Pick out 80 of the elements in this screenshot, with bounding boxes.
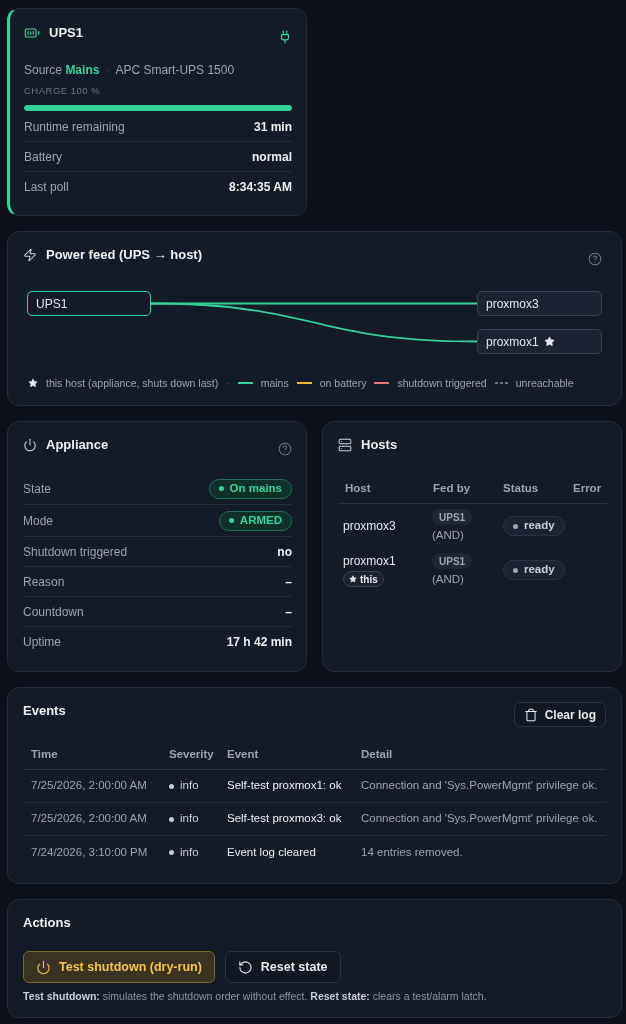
column-header: Error: [572, 480, 603, 496]
time-cell-text: 7/25/2026, 2:00:00 AM: [30, 778, 148, 794]
charge-label: CHARGE 100 %: [24, 85, 102, 97]
row-label: Mode: [23, 512, 54, 530]
feed-mode: (AND): [432, 572, 464, 587]
reset-state-button[interactable]: Reset state: [224, 951, 341, 983]
trash-icon: [523, 707, 538, 722]
help-icon[interactable]: [588, 252, 602, 266]
column-header: Severity: [168, 746, 215, 762]
column-header: Status: [502, 480, 540, 496]
star-icon: [28, 378, 38, 388]
row-value: 17 h 42 min: [226, 634, 292, 651]
row-label: Runtime remaining: [24, 118, 125, 136]
status-text: ready: [524, 518, 555, 534]
row-value: 31 min: [254, 118, 292, 136]
help-icon[interactable]: [278, 442, 292, 456]
source-line: Source Mains · APC Smart-UPS 1500: [24, 62, 236, 78]
legend-separator: ·: [226, 376, 230, 390]
row-label: Shutdown triggered: [23, 543, 128, 561]
event-cell-text: Event log cleared: [226, 844, 317, 860]
legend-label: unreachable: [515, 376, 574, 390]
column-header: Host: [344, 480, 372, 496]
severity-text: info: [180, 778, 199, 794]
node-label: proxmox1: [486, 333, 539, 351]
legend-label: shutdown triggered: [397, 376, 487, 390]
event-cell-text: Self-test proxmox3: ok: [226, 811, 343, 827]
event-cell-text: Self-test proxmox1: ok: [226, 778, 343, 794]
severity-text: info: [180, 844, 199, 860]
ups-node: UPS1: [27, 291, 151, 316]
pill-text: ARMED: [239, 512, 282, 528]
reset-icon: [237, 959, 253, 975]
legend-label: mains: [260, 376, 289, 390]
power-icon: [36, 959, 51, 975]
row-label: Reason: [23, 573, 65, 591]
row-value: –: [285, 573, 292, 591]
tag-text: this: [360, 572, 378, 587]
row-value: –: [285, 603, 292, 621]
status-text: ready: [524, 562, 555, 578]
feeder-label: UPS1: [432, 553, 473, 569]
actions-note: Test shutdown: simulates the shutdown order without effect. Reset state: clears a test/alarm latch.: [23, 989, 488, 1003]
column-header: Fed by: [432, 480, 472, 496]
row-label: Last poll: [24, 179, 69, 196]
legend-label: on battery: [319, 376, 367, 390]
row-value: normal: [252, 148, 292, 166]
feed-mode: (AND): [432, 528, 464, 543]
server-icon: [338, 438, 352, 452]
panel-title: Power feed (UPS → host): [46, 247, 203, 263]
panel-title: Appliance: [46, 437, 109, 453]
star-icon: [349, 575, 357, 583]
detail-cell-text: Connection and 'Sys.PowerMgmt' privilege ok.: [360, 811, 599, 827]
power-icon: [23, 438, 37, 452]
row-label: Countdown: [23, 603, 84, 621]
column-header: Detail: [360, 746, 394, 762]
battery-icon: [24, 25, 40, 41]
time-cell-text: 7/25/2026, 2:00:00 AM: [30, 811, 148, 827]
row-label: Uptime: [23, 634, 61, 651]
detail-cell-text: Connection and 'Sys.PowerMgmt' privilege ok.: [360, 778, 599, 794]
time-cell-text: 7/24/2026, 3:10:00 PM: [30, 844, 149, 860]
row-value: 8:34:35 AM: [229, 179, 292, 196]
row-value: no: [277, 543, 292, 561]
detail-cell-text: 14 entries removed.: [360, 844, 464, 860]
column-header: Event: [226, 746, 260, 762]
legend-label: this host (appliance, shuts down last): [46, 376, 219, 390]
row-label: Battery: [24, 148, 62, 166]
severity-text: info: [180, 811, 199, 827]
row-label: State: [23, 480, 52, 498]
node-label: proxmox3: [486, 295, 539, 313]
host-name: proxmox1: [343, 553, 396, 569]
lightning-icon: [23, 248, 37, 262]
panel-title: Actions: [23, 915, 72, 931]
panel-title: Hosts: [361, 437, 398, 453]
pill-text: On mains: [229, 480, 282, 496]
ups-name: UPS1: [49, 25, 83, 41]
feeder-label: UPS1: [432, 509, 473, 525]
plug-icon: [278, 30, 292, 44]
clear-log-button[interactable]: Clear log: [513, 702, 606, 727]
panel-title: Events: [23, 703, 66, 719]
column-header: Time: [30, 746, 59, 762]
host-name: proxmox3: [343, 518, 396, 534]
test-shutdown-button[interactable]: Test shutdown (dry-run): [23, 951, 215, 983]
